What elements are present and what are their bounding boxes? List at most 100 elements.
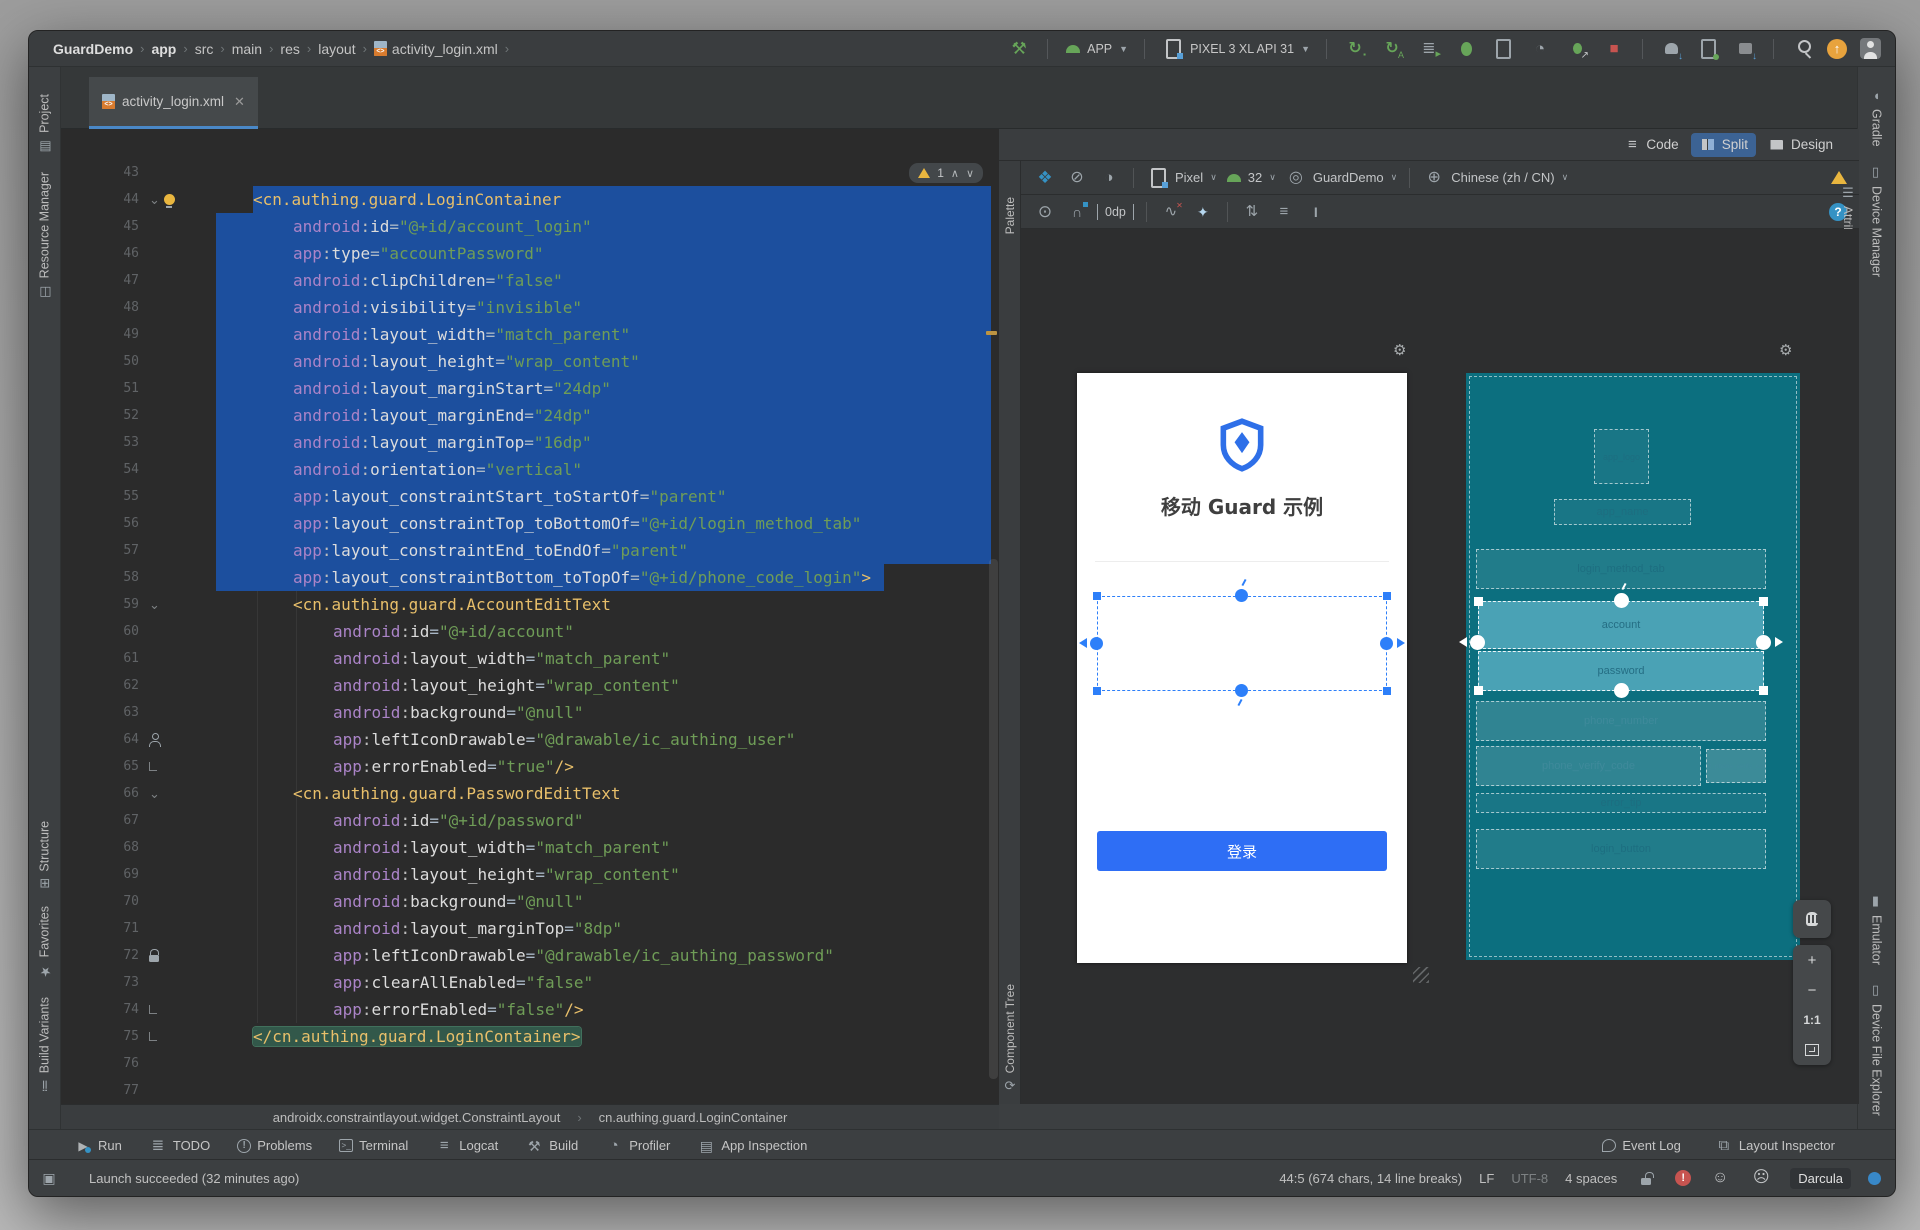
- blueprint-box-app_logo[interactable]: app_logo: [1594, 429, 1649, 484]
- code-line-65[interactable]: 65app:errorEnabled="true"/>: [61, 753, 999, 780]
- component-tree-tab[interactable]: Component Tree ⟳: [999, 984, 1021, 1094]
- code-line-48[interactable]: 48android:visibility="invisible": [61, 294, 999, 321]
- constraint-anchor-start[interactable]: [1470, 635, 1485, 650]
- design-canvas[interactable]: ⚙ ⚙ 移动 Guard 示例: [1021, 229, 1859, 1104]
- selection-corner-handle[interactable]: [1383, 687, 1391, 695]
- intention-bulb-icon[interactable]: [164, 194, 175, 205]
- tool-window-button-problems[interactable]: Problems: [237, 1137, 312, 1155]
- editor-scrollbar[interactable]: [989, 559, 998, 1079]
- code-line-57[interactable]: 57app:layout_constraintEnd_toEndOf="pare…: [61, 537, 999, 564]
- blueprint-box-account[interactable]: account: [1478, 601, 1764, 649]
- run-configuration-select[interactable]: APP ▼: [1064, 40, 1128, 58]
- render-warning-icon[interactable]: [1831, 171, 1847, 184]
- zoom-actual-button[interactable]: 1:1: [1793, 1005, 1831, 1035]
- code-line-60[interactable]: 60android:id="@+id/account": [61, 618, 999, 645]
- attach-debugger-icon[interactable]: [1491, 37, 1515, 61]
- stop-icon[interactable]: [1602, 37, 1626, 61]
- blueprint-preview-phone[interactable]: app_logoapp_namelogin_method_tabaccountp…: [1466, 373, 1800, 960]
- breadcrumb-item[interactable]: res: [280, 41, 299, 57]
- code-line-70[interactable]: 70android:background="@null": [61, 888, 999, 915]
- sidebar-item-emulator[interactable]: ▮Emulator: [1869, 894, 1884, 965]
- search-icon[interactable]: [1790, 37, 1814, 61]
- palette-tab[interactable]: Palette: [999, 197, 1021, 234]
- code-line-58[interactable]: 58app:layout_constraintBottom_toTopOf="@…: [61, 564, 999, 591]
- blueprint-box-login_method_tab[interactable]: login_method_tab: [1476, 549, 1766, 589]
- tool-window-button-run[interactable]: Run: [74, 1137, 122, 1155]
- code-line-74[interactable]: 74app:errorEnabled="false"/>: [61, 996, 999, 1023]
- tool-window-button-todo[interactable]: TODO: [149, 1137, 210, 1155]
- code-line-68[interactable]: 68android:layout_width="match_parent": [61, 834, 999, 861]
- sidebar-item-build-variants[interactable]: ≔Build Variants: [37, 997, 52, 1092]
- update-icon[interactable]: [1827, 39, 1847, 59]
- code-line-49[interactable]: 49android:layout_width="match_parent": [61, 321, 999, 348]
- pan-button[interactable]: [1793, 900, 1831, 938]
- close-tab-icon[interactable]: ✕: [234, 94, 245, 110]
- code-line-71[interactable]: 71android:layout_marginTop="8dp": [61, 915, 999, 942]
- error-highlight-icon[interactable]: [1675, 1170, 1691, 1186]
- selection-corner-handle[interactable]: [1759, 686, 1768, 695]
- sidebar-item-structure[interactable]: ⊞Structure: [37, 821, 52, 889]
- code-line-66[interactable]: 66<cn.authing.guard.PasswordEditText: [61, 780, 999, 807]
- selection-corner-handle[interactable]: [1474, 686, 1483, 695]
- sidebar-item-device-manager[interactable]: ▯Device Manager: [1869, 165, 1884, 277]
- sidebar-item-project[interactable]: ▤Project: [37, 94, 52, 154]
- mode-button-code[interactable]: Code: [1615, 133, 1686, 157]
- code-line-54[interactable]: 54android:orientation="vertical": [61, 456, 999, 483]
- avatar-icon[interactable]: [1860, 38, 1881, 59]
- file-encoding[interactable]: UTF-8: [1511, 1171, 1548, 1186]
- night-mode-icon[interactable]: [1097, 166, 1121, 190]
- run-icon[interactable]: [1417, 37, 1441, 61]
- code-line-53[interactable]: 53android:layout_marginTop="16dp": [61, 429, 999, 456]
- blueprint-box-app_name[interactable]: app_name: [1554, 499, 1691, 525]
- xml-breadcrumb-item[interactable]: cn.authing.guard.LoginContainer: [599, 1110, 788, 1125]
- sad-face-icon[interactable]: [1749, 1166, 1773, 1190]
- indent-setting[interactable]: 4 spaces: [1565, 1171, 1617, 1186]
- selection-corner-handle[interactable]: [1383, 592, 1391, 600]
- resize-grip[interactable]: [1413, 967, 1429, 983]
- code-line-72[interactable]: 72app:leftIconDrawable="@drawable/ic_aut…: [61, 942, 999, 969]
- tool-window-switcher-icon[interactable]: [37, 1166, 61, 1190]
- status-message[interactable]: Launch succeeded (32 minutes ago): [89, 1171, 299, 1186]
- inspections-widget[interactable]: 1 ∧ ∨: [909, 163, 983, 183]
- constraint-anchor-end[interactable]: [1756, 635, 1771, 650]
- align-icon[interactable]: [1272, 200, 1296, 224]
- theme-switcher[interactable]: Darcula: [1790, 1168, 1851, 1189]
- breadcrumb-item[interactable]: activity_login.xml: [374, 41, 498, 57]
- breadcrumb-item[interactable]: main: [232, 41, 262, 57]
- sync-project-icon[interactable]: [1659, 37, 1683, 61]
- constraint-anchor-bottom[interactable]: [1614, 683, 1629, 698]
- selection-corner-handle[interactable]: [1759, 597, 1768, 606]
- view-options-icon[interactable]: [1033, 200, 1057, 224]
- sidebar-item-resource-manager[interactable]: ◫Resource Manager: [37, 172, 52, 299]
- selection-corner-handle[interactable]: [1474, 597, 1483, 606]
- code-line-76[interactable]: 76: [61, 1050, 999, 1077]
- warning-stripe-mark[interactable]: [986, 331, 997, 335]
- code-line-75[interactable]: 75</cn.authing.guard.LoginContainer>: [61, 1023, 999, 1050]
- apply-changes-icon[interactable]: [1343, 37, 1367, 61]
- device-select[interactable]: PIXEL 3 XL API 31 ▼: [1161, 37, 1310, 61]
- build-hammer-icon[interactable]: [1007, 37, 1031, 61]
- guidelines-icon[interactable]: [1304, 200, 1328, 224]
- theme-select[interactable]: GuardDemo ∨: [1284, 166, 1397, 190]
- blueprint-box-get_phone_verify_code[interactable]: get_phone_verify_code: [1706, 749, 1766, 783]
- mode-button-split[interactable]: Split: [1691, 133, 1756, 157]
- login-button-preview[interactable]: 登录: [1097, 831, 1387, 871]
- design-surface-select-icon[interactable]: [1033, 166, 1057, 190]
- happy-face-icon[interactable]: [1708, 1166, 1732, 1190]
- locale-select[interactable]: Chinese (zh / CN) ∨: [1422, 166, 1568, 190]
- constraint-anchor-bottom[interactable]: [1235, 684, 1248, 697]
- device-manager-icon[interactable]: [1696, 37, 1720, 61]
- clear-constraints-icon[interactable]: [1159, 200, 1183, 224]
- code-editor[interactable]: 4344<cn.authing.guard.LoginContainer45an…: [61, 129, 999, 1104]
- notification-dot-icon[interactable]: [1868, 1172, 1881, 1185]
- code-line-63[interactable]: 63android:background="@null": [61, 699, 999, 726]
- code-line-52[interactable]: 52android:layout_marginEnd="24dp": [61, 402, 999, 429]
- previous-problem-icon[interactable]: ∧: [951, 167, 959, 180]
- breadcrumb-item[interactable]: src: [195, 41, 214, 57]
- code-line-62[interactable]: 62android:layout_height="wrap_content": [61, 672, 999, 699]
- default-margin-value[interactable]: 0dp: [1097, 204, 1134, 220]
- autoconnect-icon[interactable]: [1065, 200, 1089, 224]
- code-line-56[interactable]: 56app:layout_constraintTop_toBottomOf="@…: [61, 510, 999, 537]
- code-line-59[interactable]: 59<cn.authing.guard.AccountEditText: [61, 591, 999, 618]
- api-level-select[interactable]: 32 ∨: [1225, 169, 1276, 187]
